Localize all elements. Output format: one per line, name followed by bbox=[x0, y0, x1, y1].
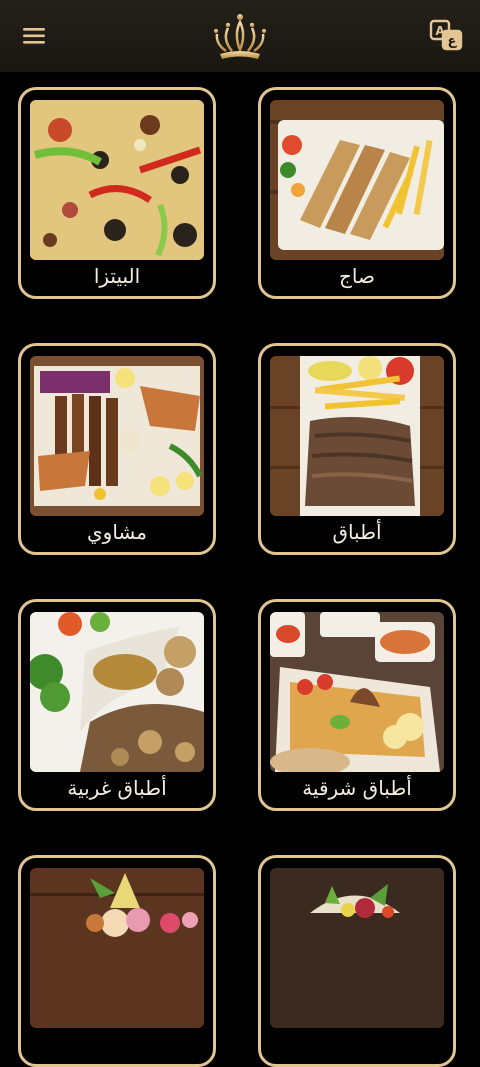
category-label: أطباق شرقية bbox=[302, 776, 412, 800]
category-card-eastern[interactable]: أطباق شرقية bbox=[258, 599, 456, 811]
category-label: مشاوي bbox=[87, 520, 147, 544]
category-card-plates[interactable]: أطباق bbox=[258, 343, 456, 555]
category-card-pizza[interactable]: البيتزا bbox=[18, 87, 216, 299]
language-glyph-latin: A bbox=[435, 24, 445, 38]
pizza-photo bbox=[30, 100, 204, 260]
category-card-grills[interactable]: مشاوي bbox=[18, 343, 216, 555]
category-card-salads[interactable] bbox=[258, 855, 456, 1067]
eastern-dish-photo bbox=[270, 612, 444, 772]
category-card-desserts[interactable] bbox=[18, 855, 216, 1067]
grilled-platter-photo bbox=[30, 356, 204, 516]
category-card-saj[interactable]: صاج bbox=[258, 87, 456, 299]
category-label: صاج bbox=[339, 264, 375, 288]
category-label: البيتزا bbox=[93, 264, 141, 288]
language-switch-icon[interactable]: A ع bbox=[428, 18, 466, 54]
saj-wrap-photo bbox=[270, 100, 444, 260]
crown-logo-icon bbox=[208, 10, 272, 62]
category-label: أطباق غربية bbox=[67, 776, 167, 800]
dessert-photo bbox=[30, 868, 204, 1028]
western-dish-photo bbox=[30, 612, 204, 772]
category-card-western[interactable]: أطباق غربية bbox=[18, 599, 216, 811]
language-glyph-arabic: ع bbox=[448, 34, 458, 49]
category-label: أطباق bbox=[332, 520, 382, 544]
shawarma-plate-photo bbox=[270, 356, 444, 516]
salad-photo bbox=[270, 868, 444, 1028]
hamburger-menu-icon[interactable] bbox=[18, 22, 52, 50]
top-app-bar: A ع bbox=[0, 0, 480, 72]
